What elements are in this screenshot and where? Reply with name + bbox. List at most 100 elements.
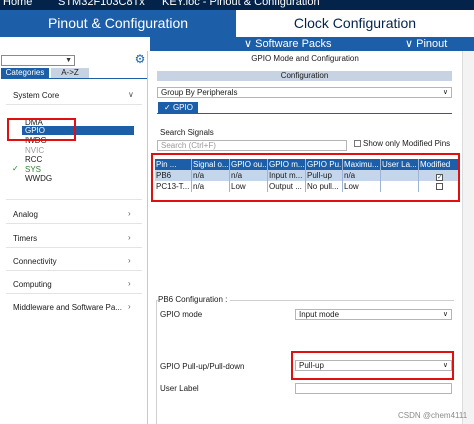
- table-cell: Output ...: [268, 181, 306, 192]
- scrollbar[interactable]: [462, 51, 474, 424]
- chevron-right-icon[interactable]: ›: [128, 279, 131, 288]
- gpio-mode-configuration-panel: GPIO Mode and Configuration Configuratio…: [150, 51, 460, 424]
- chevron-right-icon[interactable]: ›: [128, 256, 131, 265]
- pin-configuration-title: PB6 Configuration :: [158, 295, 231, 304]
- gear-icon[interactable]: ⚙: [134, 53, 146, 65]
- modified-cell: [419, 181, 459, 192]
- watermark: CSDN @chem4111: [398, 411, 468, 420]
- gpio-mode-label: GPIO mode: [160, 310, 203, 319]
- column-header-maximum[interactable]: Maximu...: [343, 159, 381, 170]
- list-item-gpio[interactable]: GPIO: [22, 126, 134, 135]
- tab-clock-configuration[interactable]: Clock Configuration: [236, 10, 474, 37]
- section-analog[interactable]: Analog: [13, 210, 38, 219]
- divider: [1, 78, 147, 79]
- divider: [6, 223, 142, 224]
- list-item-wwdg[interactable]: WWDG: [25, 174, 52, 183]
- chevron-down-icon[interactable]: ∨: [128, 90, 134, 99]
- table-cell: PC13-T...: [155, 181, 192, 192]
- column-header-signal[interactable]: Signal o...: [192, 159, 230, 170]
- check-circle-icon: ✓: [164, 103, 173, 112]
- categories-panel: ▼ ⚙ Categories A->Z System Core ∨ DMA GP…: [0, 51, 148, 424]
- table-cell: [381, 170, 419, 181]
- list-item-rcc[interactable]: RCC: [25, 155, 42, 164]
- column-header-modified[interactable]: Modified: [419, 159, 459, 170]
- chevron-right-icon[interactable]: ›: [128, 302, 131, 311]
- divider: [156, 300, 157, 424]
- search-signals-input[interactable]: Search (Ctrl+F): [157, 140, 347, 151]
- table-cell: PB6: [155, 170, 192, 181]
- divider: [6, 247, 142, 248]
- column-header-user-label[interactable]: User La...: [381, 159, 419, 170]
- table-cell: Low: [230, 181, 268, 192]
- software-packs-menu[interactable]: ∨ Software Packs: [244, 37, 332, 51]
- group-by-value: Group By Peripherals: [161, 88, 238, 97]
- breadcrumb: Home STM32F103C8Tx KEY.ioc - Pinout & Co…: [0, 0, 474, 10]
- column-header-gpio-mode[interactable]: GPIO m...: [268, 159, 306, 170]
- section-system-core[interactable]: System Core: [13, 91, 59, 100]
- tab-gpio[interactable]: ✓ GPIO: [158, 102, 198, 113]
- table-cell: n/a: [230, 170, 268, 181]
- section-middleware[interactable]: Middleware and Software Pa...: [13, 303, 122, 312]
- show-modified-label: Show only Modified Pins: [363, 139, 451, 148]
- section-connectivity[interactable]: Connectivity: [13, 257, 57, 266]
- list-item-nvic[interactable]: NVIC: [25, 146, 44, 155]
- checkmark-icon: ✓: [12, 164, 19, 173]
- sub-toolbar: ∨ Software Packs ∨ Pinout: [150, 37, 474, 51]
- show-modified-pins-checkbox[interactable]: Show only Modified Pins: [354, 139, 450, 148]
- modified-checkbox[interactable]: ✓: [436, 174, 443, 181]
- chevron-down-icon: ∨: [442, 89, 448, 96]
- checkbox-icon: [354, 140, 361, 147]
- divider: [157, 113, 452, 114]
- table-cell: Input m...: [268, 170, 306, 181]
- table-cell: Low: [343, 181, 381, 192]
- divider: [6, 104, 142, 105]
- pinout-menu[interactable]: ∨ Pinout: [405, 37, 447, 51]
- section-timers[interactable]: Timers: [13, 234, 37, 243]
- group-by-select[interactable]: Group By Peripherals ∨: [157, 87, 452, 98]
- category-search-input[interactable]: ▼: [1, 55, 75, 66]
- column-header-gpio-output[interactable]: GPIO ou...: [230, 159, 268, 170]
- user-label-input[interactable]: [295, 383, 452, 394]
- table-row[interactable]: PC13-T... n/a Low Output ... No pull... …: [155, 181, 459, 192]
- configuration-header: Configuration: [157, 71, 452, 81]
- chevron-down-icon: ▼: [65, 57, 72, 64]
- user-label-label: User Label: [160, 384, 199, 393]
- gpio-mode-select[interactable]: Input mode ∨: [295, 309, 452, 320]
- chevron-right-icon[interactable]: ›: [128, 209, 131, 218]
- table-cell: n/a: [192, 170, 230, 181]
- modified-checkbox[interactable]: [436, 183, 443, 190]
- gpio-mode-value: Input mode: [299, 310, 340, 319]
- tab-pinout-configuration[interactable]: Pinout & Configuration: [0, 10, 236, 37]
- gpio-pull-select[interactable]: Pull-up ∨: [295, 360, 452, 371]
- table-header-row: Pin ... Signal o... GPIO ou... GPIO m...…: [155, 159, 459, 170]
- table-cell: n/a: [343, 170, 381, 181]
- gpio-pull-value: Pull-up: [299, 361, 324, 370]
- table-cell: [381, 181, 419, 192]
- modified-cell: ✓: [419, 170, 459, 181]
- gpio-pull-label: GPIO Pull-up/Pull-down: [160, 362, 245, 371]
- chevron-right-icon[interactable]: ›: [128, 233, 131, 242]
- breadcrumb-home[interactable]: Home: [3, 0, 32, 8]
- section-computing[interactable]: Computing: [13, 280, 52, 289]
- list-item-iwdg[interactable]: IWDG: [25, 136, 47, 145]
- panel-title: GPIO Mode and Configuration: [251, 54, 359, 63]
- table-cell: n/a: [192, 181, 230, 192]
- breadcrumb-file[interactable]: KEY.ioc - Pinout & Configuration: [162, 0, 320, 8]
- breadcrumb-chip[interactable]: STM32F103C8Tx: [58, 0, 145, 8]
- chevron-down-icon: ∨: [442, 311, 448, 318]
- column-header-pin[interactable]: Pin ...: [155, 159, 192, 170]
- table-cell: No pull...: [306, 181, 343, 192]
- tab-gpio-label: GPIO: [172, 103, 193, 112]
- table-row[interactable]: PB6 n/a n/a Input m... Pull-up n/a ✓: [155, 170, 459, 181]
- search-signals-label: Search Signals: [160, 128, 214, 137]
- divider: [6, 270, 142, 271]
- divider: [6, 293, 142, 294]
- main-tab-row: Pinout & Configuration Clock Configurati…: [0, 10, 474, 37]
- tab-categories[interactable]: Categories: [1, 68, 49, 78]
- table-cell: Pull-up: [306, 170, 343, 181]
- tab-a-to-z[interactable]: A->Z: [51, 68, 89, 78]
- divider: [6, 199, 142, 200]
- column-header-gpio-pull[interactable]: GPIO Pu...: [306, 159, 343, 170]
- chevron-down-icon: ∨: [442, 362, 448, 369]
- list-item-sys[interactable]: SYS: [25, 165, 41, 174]
